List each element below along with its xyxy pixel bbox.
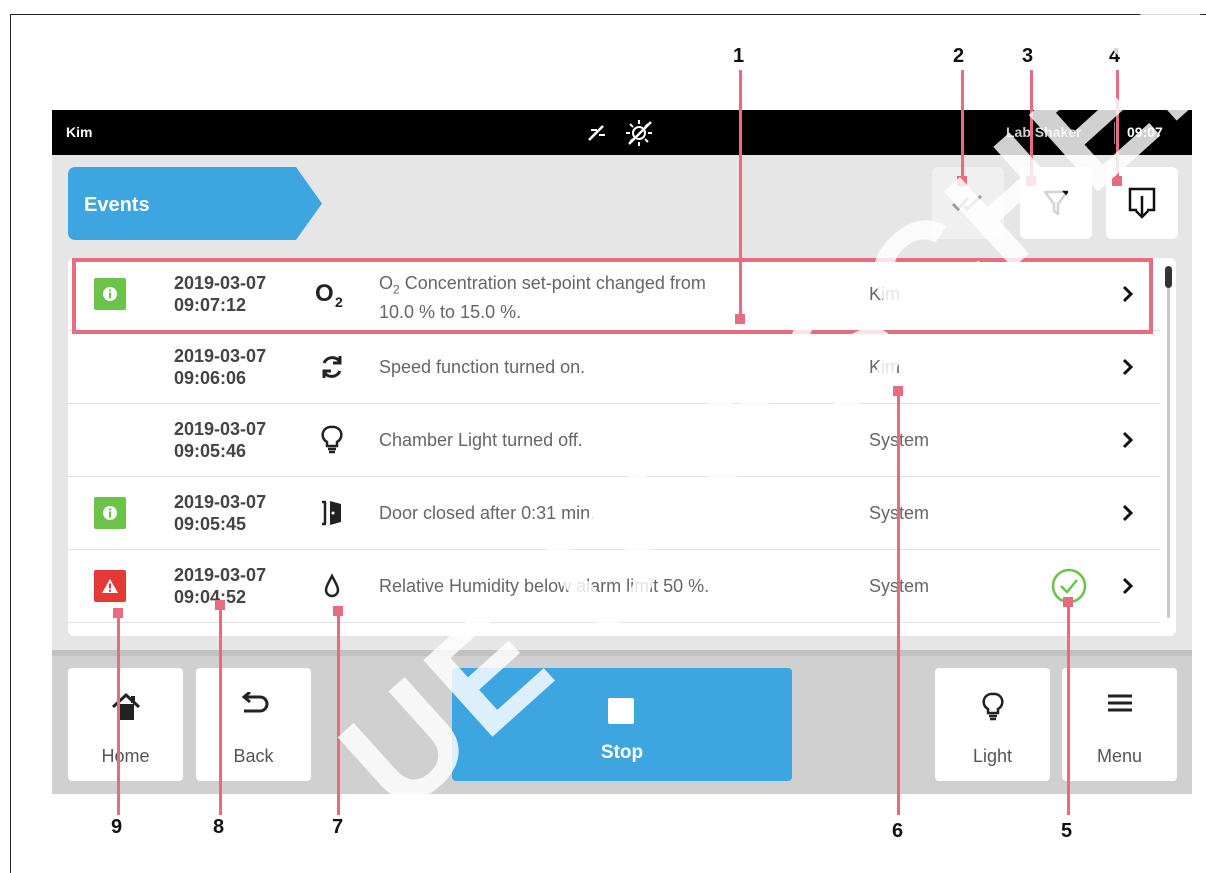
event-row[interactable]: 2019-03-07 09:05:45 Door closed after 0:3… <box>68 477 1160 550</box>
breadcrumb-events[interactable]: Events <box>68 167 323 240</box>
event-message: Relative Humidity below alarm limit 50 %… <box>379 576 710 596</box>
callout-line-6 <box>897 388 900 815</box>
stop-label: Stop <box>600 742 644 763</box>
device-name: Lab Shaker <box>1006 124 1082 140</box>
info-icon <box>103 506 117 520</box>
callout-marker-7 <box>333 606 343 616</box>
callout-line-7 <box>337 610 340 815</box>
callout-marker-6 <box>893 386 903 396</box>
back-arrow-icon <box>241 692 268 713</box>
event-message: Door closed after 0:31 min. <box>379 503 596 523</box>
event-row[interactable]: 2019-03-07 09:04:52 Relative Humidity bel… <box>68 550 1160 623</box>
callout-number-2: 2 <box>953 45 965 67</box>
speed-icon <box>315 350 349 384</box>
event-timestamp: 2019-03-07 09:05:46 <box>174 419 267 461</box>
callout-line-9 <box>117 612 120 815</box>
event-timestamp: 2019-03-07 09:05:45 <box>174 492 267 534</box>
info-badge <box>94 497 126 529</box>
humidity-drop-icon <box>315 569 349 603</box>
callout-line-8 <box>219 604 222 815</box>
callout-marker-2 <box>957 176 967 186</box>
chevron-right-icon <box>1122 577 1134 595</box>
event-message: Speed function turned on. <box>379 357 586 377</box>
callout-number-4: 4 <box>1109 45 1121 67</box>
no-co2-icon <box>588 120 652 146</box>
callout-number-3: 3 <box>1022 45 1034 67</box>
callout-marker-3 <box>1026 176 1036 186</box>
scrollbar-thumb[interactable] <box>1165 266 1172 288</box>
callout-number-7: 7 <box>332 816 344 838</box>
export-icon <box>1128 187 1156 219</box>
alarm-badge <box>94 570 126 602</box>
callout-highlight-box <box>72 258 1153 334</box>
chevron-right-icon <box>1122 504 1134 522</box>
scrollbar-track[interactable] <box>1167 268 1170 618</box>
light-label: Light <box>972 746 1013 766</box>
home-button[interactable]: Home <box>68 668 183 781</box>
menu-button[interactable]: Menu <box>1062 668 1177 781</box>
status-bar: Kim Lab Shaker 09:07 <box>52 110 1192 155</box>
stop-icon <box>608 698 634 724</box>
callout-marker-1 <box>735 314 745 324</box>
event-message: Chamber Light turned off. <box>379 430 583 450</box>
status-icons <box>585 118 665 148</box>
door-icon <box>315 496 349 530</box>
callout-number-5: 5 <box>1061 820 1073 842</box>
callout-number-1: 1 <box>733 45 745 67</box>
event-user: Kim <box>869 357 900 377</box>
callout-number-9: 9 <box>111 816 123 838</box>
light-bulb-icon <box>315 423 349 457</box>
callout-line-2 <box>961 70 964 180</box>
page-title: Events <box>84 194 150 216</box>
back-label: Back <box>233 746 274 766</box>
menu-label: Menu <box>1096 746 1143 766</box>
status-divider <box>1114 122 1115 144</box>
no-temperature-icon <box>626 120 652 146</box>
filter-icon <box>1043 190 1069 216</box>
acknowledge-all-button[interactable] <box>932 167 1004 239</box>
callout-marker-4 <box>1112 176 1122 186</box>
light-button[interactable]: Light <box>935 668 1050 781</box>
callout-number-8: 8 <box>213 816 225 838</box>
chevron-right-icon <box>1122 358 1134 376</box>
callout-marker-5 <box>1063 597 1073 607</box>
callout-marker-9 <box>113 608 123 618</box>
device-screen: Kim Lab Shaker 09:07 Events 2019-03-07 0… <box>52 110 1192 794</box>
double-check-icon <box>951 194 983 212</box>
clock: 09:07 <box>1127 124 1163 140</box>
bottom-navigation: Home Back Stop Light Menu <box>52 650 1192 794</box>
callout-marker-8 <box>215 600 225 610</box>
event-row[interactable]: 2019-03-07 09:05:46 Chamber Light turned … <box>68 404 1160 477</box>
callout-line-4 <box>1116 70 1119 180</box>
chevron-right-icon <box>1122 431 1134 449</box>
light-bulb-icon <box>981 692 1004 721</box>
home-label: Home <box>101 746 150 766</box>
warning-icon <box>102 579 118 593</box>
callout-line-1 <box>739 70 742 320</box>
event-row[interactable]: 2019-03-07 09:06:06 Speed function turned… <box>68 331 1160 404</box>
callout-number-6: 6 <box>892 820 904 842</box>
callout-line-3 <box>1030 70 1033 180</box>
stop-button[interactable]: Stop <box>452 668 792 781</box>
page-header: Events <box>52 155 1192 255</box>
menu-icon <box>1107 694 1132 712</box>
current-user: Kim <box>66 124 93 140</box>
callout-line-5 <box>1067 603 1070 815</box>
back-button[interactable]: Back <box>196 668 311 781</box>
event-timestamp: 2019-03-07 09:06:06 <box>174 346 267 388</box>
home-icon <box>111 692 140 720</box>
